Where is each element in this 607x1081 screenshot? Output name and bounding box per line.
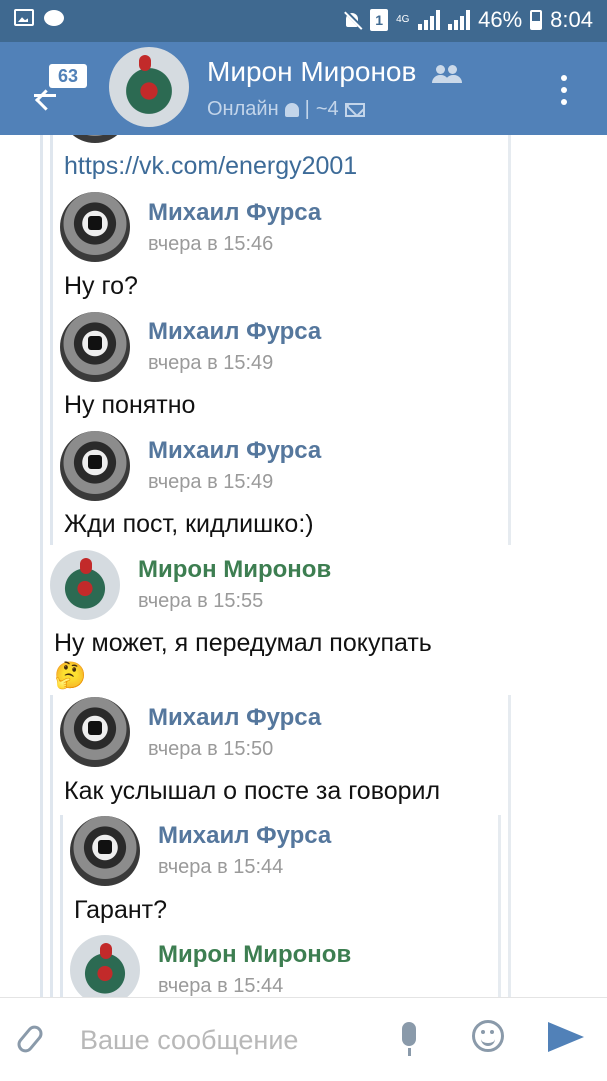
contact-status: Онлайн | ~4	[207, 98, 365, 121]
members-count: ~4	[315, 98, 339, 120]
message-time: вчера в 15:49	[148, 471, 274, 493]
battery-icon	[530, 10, 543, 30]
thinking-emoji: 🤔	[54, 660, 87, 690]
clock: 8:04	[550, 7, 593, 32]
message-avatar[interactable]	[60, 192, 130, 262]
status-bar: 1 4G 46% 8:04	[0, 0, 607, 42]
battery-percent: 46%	[478, 7, 523, 32]
contact-name[interactable]: Мирон Миронов	[207, 56, 462, 88]
send-icon[interactable]	[548, 1022, 584, 1052]
message-author[interactable]: Мирон Миронов	[138, 556, 331, 584]
avatar-partial[interactable]	[60, 135, 130, 143]
mail-icon	[344, 102, 365, 117]
menu-dot-icon	[561, 99, 567, 105]
microphone-icon[interactable]	[402, 1022, 416, 1056]
chat-header: 63 Мирон Миронов Онлайн | ~4	[0, 42, 607, 135]
emoji-icon[interactable]	[472, 1020, 504, 1052]
message-time: вчера в 15:49	[148, 352, 274, 374]
status-separator: |	[304, 98, 310, 120]
forward-line-nested	[60, 815, 63, 997]
presence-text: Онлайн	[207, 98, 279, 120]
message-author[interactable]: Михаил Фурса	[148, 199, 321, 227]
forward-line-inner-2	[50, 695, 53, 997]
mute-icon	[344, 10, 362, 30]
forward-line-outer	[40, 135, 43, 997]
message-time: вчера в 15:44	[158, 856, 284, 878]
back-arrow-icon	[34, 94, 56, 97]
back-button[interactable]: 63	[22, 60, 92, 120]
forward-line-right	[508, 135, 511, 545]
message-avatar[interactable]	[60, 431, 130, 501]
contact-name-text: Мирон Миронов	[207, 56, 417, 87]
network-type: 4G	[396, 14, 410, 25]
compose-bar	[0, 997, 607, 1081]
message-list[interactable]: https://vk.com/energy2001 Михаил Фурса в…	[0, 135, 607, 997]
message-time: вчера в 15:44	[158, 975, 284, 997]
friends-icon	[432, 64, 462, 83]
message-text: Ну го?	[64, 272, 138, 300]
message-input[interactable]	[80, 1022, 380, 1058]
more-menu-button[interactable]	[559, 75, 569, 105]
message-text: Как услышал о посте за говорил	[64, 777, 441, 805]
signal-icon-2	[448, 10, 471, 30]
message-author[interactable]: Михаил Фурса	[148, 318, 321, 346]
message-text: Жди пост, кидлишко:)	[64, 510, 314, 538]
message-avatar[interactable]	[70, 816, 140, 886]
message-time: вчера в 15:46	[148, 233, 274, 255]
contact-avatar[interactable]	[109, 47, 189, 127]
sim-badge: 1	[370, 9, 389, 31]
message-avatar[interactable]	[60, 312, 130, 382]
message-text: Ну понятно	[64, 391, 196, 419]
forward-line-right-2	[508, 695, 511, 997]
android-icon	[284, 102, 299, 117]
gallery-notification-icon	[14, 9, 34, 26]
forward-line-nested-right	[498, 815, 501, 997]
menu-dot-icon	[561, 75, 567, 81]
message-author[interactable]: Михаил Фурса	[148, 704, 321, 732]
menu-dot-icon	[561, 87, 567, 93]
message-text: Ну может, я передумал покупать	[54, 629, 432, 657]
message-author[interactable]: Михаил Фурса	[158, 822, 331, 850]
unread-badge: 63	[49, 64, 87, 88]
attach-icon[interactable]	[14, 1022, 46, 1056]
message-avatar[interactable]	[50, 550, 120, 620]
message-author[interactable]: Мирон Миронов	[158, 941, 351, 969]
signal-icon	[418, 10, 441, 30]
message-time: вчера в 15:50	[148, 738, 274, 760]
message-avatar[interactable]	[60, 697, 130, 767]
chat-notification-icon	[44, 10, 64, 26]
forward-line-inner	[50, 135, 53, 545]
message-avatar[interactable]	[70, 935, 140, 997]
message-time: вчера в 15:55	[138, 590, 264, 612]
message-link[interactable]: https://vk.com/energy2001	[64, 152, 357, 181]
message-text: Гарант?	[74, 896, 168, 924]
message-author[interactable]: Михаил Фурса	[148, 437, 321, 465]
